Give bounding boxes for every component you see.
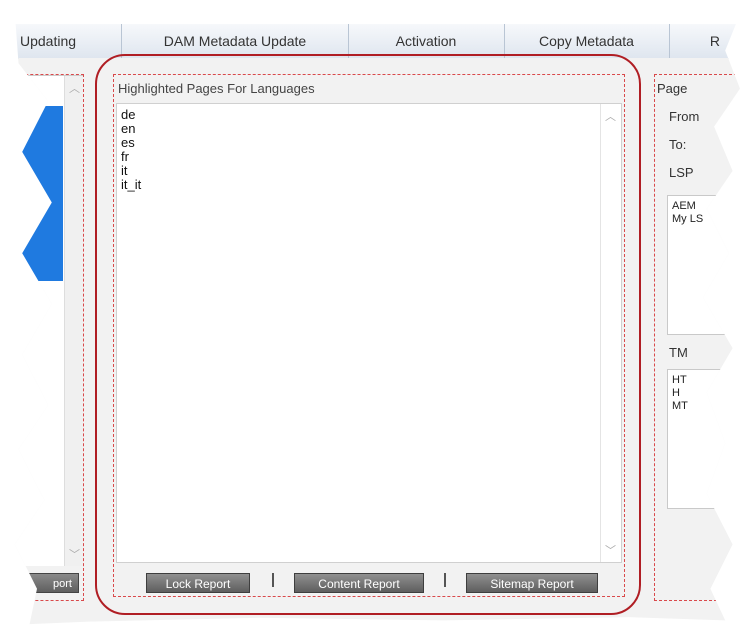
content-report-button[interactable]: Content Report — [294, 573, 424, 593]
tm-label: TM — [669, 345, 688, 360]
list-item-it-it[interactable]: it_it — [121, 178, 141, 192]
content-area: ︿ ﹀ port Highlighted Pages For Languages… — [14, 58, 740, 625]
lock-report-button[interactable]: Lock Report — [146, 573, 250, 593]
tm-item[interactable]: MT — [672, 400, 688, 412]
tab-partial[interactable]: R — [669, 24, 740, 58]
separator — [444, 573, 446, 587]
tm-item[interactable]: H — [672, 387, 680, 399]
list-item-es[interactable]: es — [121, 136, 135, 150]
tm-list[interactable]: HT H MT — [667, 369, 740, 509]
left-scrollbar[interactable]: ︿ ﹀ — [64, 76, 83, 566]
tab-copy-metadata[interactable]: Copy Metadata — [504, 24, 670, 58]
scroll-up-icon[interactable]: ︿ — [69, 80, 80, 96]
panel-title: Highlighted Pages For Languages — [118, 81, 315, 96]
lsp-label: LSP — [669, 165, 694, 180]
sitemap-report-button[interactable]: Sitemap Report — [466, 573, 598, 593]
lsp-item[interactable]: My LS — [672, 213, 703, 225]
scroll-down-icon[interactable]: ﹀ — [69, 546, 80, 562]
torn-screenshot: Updating DAM Metadata Update Activation … — [14, 9, 740, 625]
tab-updating[interactable]: Updating — [15, 24, 122, 58]
tm-item[interactable]: HT — [672, 374, 687, 386]
lsp-list[interactable]: AEM My LS — [667, 195, 740, 335]
left-list[interactable]: ︿ ﹀ — [14, 75, 83, 566]
scroll-down-icon[interactable]: ﹀ — [605, 542, 616, 558]
tab-activation[interactable]: Activation — [348, 24, 505, 58]
right-panel: Page From To: LSP AEM My LS TM HT H MT — [654, 74, 740, 601]
tab-dam-metadata-update[interactable]: DAM Metadata Update — [122, 24, 349, 58]
right-panel-title: Page — [657, 81, 688, 96]
separator — [272, 573, 274, 587]
scroll-up-icon[interactable]: ︿ — [605, 108, 616, 124]
list-item-en[interactable]: en — [121, 122, 135, 136]
from-label: From — [669, 109, 700, 124]
report-button-partial[interactable]: port — [21, 573, 79, 593]
list-item-fr[interactable]: fr — [121, 150, 129, 164]
language-list[interactable]: de en es fr it it_it ︿ ﹀ — [116, 103, 622, 563]
to-label: To: — [669, 137, 687, 152]
list-item-de[interactable]: de — [121, 108, 135, 122]
tab-bar: Updating DAM Metadata Update Activation … — [14, 24, 740, 59]
language-list-scrollbar[interactable]: ︿ ﹀ — [600, 104, 621, 562]
list-item-it[interactable]: it — [121, 164, 128, 178]
lsp-item[interactable]: AEM — [672, 200, 696, 212]
left-panel: ︿ ﹀ port — [14, 74, 84, 601]
selected-row[interactable] — [14, 106, 63, 281]
highlighted-pages-panel: Highlighted Pages For Languages de en es… — [113, 74, 625, 597]
report-button-row: Lock Report Content Report Sitemap Repor… — [114, 565, 624, 596]
